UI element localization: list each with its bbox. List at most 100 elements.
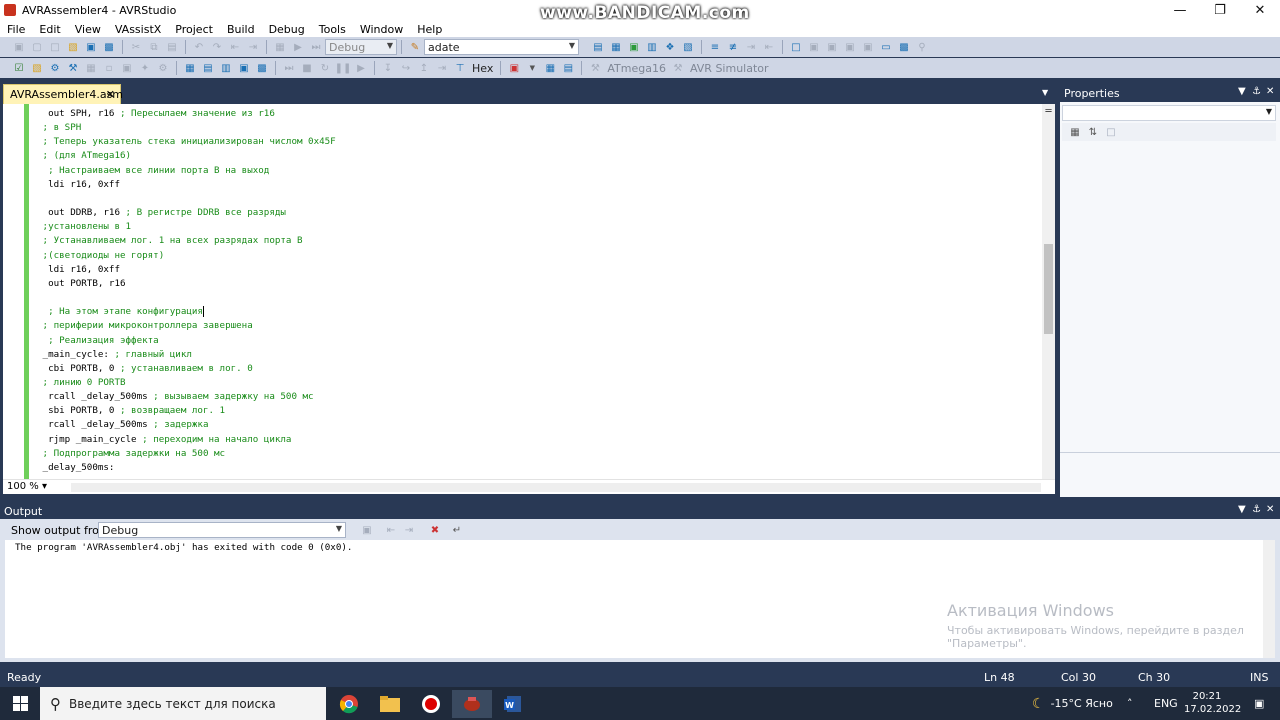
save-icon[interactable]: ▣ bbox=[83, 40, 99, 54]
new-file-icon[interactable]: □ bbox=[47, 40, 63, 54]
step-into-icon[interactable]: ↧ bbox=[380, 61, 396, 75]
bookmark-icon[interactable]: □ bbox=[788, 40, 804, 54]
pin-icon[interactable]: ⚓ bbox=[1252, 504, 1261, 515]
close-button[interactable]: ✕ bbox=[1240, 0, 1280, 20]
file-explorer-app[interactable] bbox=[370, 690, 410, 718]
run-to-cursor-icon[interactable]: ⇥ bbox=[434, 61, 450, 75]
code-line[interactable]: cbi PORTB, 0 ; устанавливаем в лог. 0 bbox=[37, 362, 336, 376]
tray-expand[interactable]: ˄ bbox=[1127, 687, 1133, 720]
bookmark-folder-icon[interactable]: ▣ bbox=[860, 40, 876, 54]
object-browser-icon[interactable]: ▥ bbox=[644, 40, 660, 54]
bandicam-app[interactable] bbox=[411, 690, 451, 718]
code-line[interactable]: ; (для ATmega16) bbox=[37, 149, 336, 163]
step-out-icon[interactable]: ↥ bbox=[416, 61, 432, 75]
close-tab-icon[interactable]: ✕ bbox=[106, 88, 115, 101]
next-bookmark-icon[interactable]: ▣ bbox=[824, 40, 840, 54]
code-line[interactable]: out PORTB, r16 bbox=[37, 277, 336, 291]
menu-build[interactable]: Build bbox=[220, 23, 262, 36]
menu-tools[interactable]: Tools bbox=[312, 23, 353, 36]
new-project-icon[interactable]: ▣ bbox=[11, 40, 27, 54]
start-debug-icon[interactable]: ▶ bbox=[290, 40, 306, 54]
code-text[interactable]: out SPH, r16 ; Пересылаем значение из r1… bbox=[37, 107, 336, 475]
checkbox-icon[interactable]: ☑ bbox=[11, 61, 27, 75]
zoom-icon[interactable]: ⚲ bbox=[914, 40, 930, 54]
navigate-back-icon[interactable]: ⇤ bbox=[227, 40, 243, 54]
undo-icon[interactable]: ↶ bbox=[191, 40, 207, 54]
categorized-icon[interactable]: ▦ bbox=[1067, 125, 1083, 139]
code-line[interactable]: rcall _delay_500ms ; задержка bbox=[37, 418, 336, 432]
code-line[interactable]: ; Теперь указатель стека инициализирован… bbox=[37, 135, 336, 149]
menu-view[interactable]: View bbox=[68, 23, 108, 36]
step-over-icon[interactable]: ↪ bbox=[398, 61, 414, 75]
find-icon[interactable]: ✎ bbox=[407, 40, 423, 54]
code-line[interactable]: ;(светодиоды не горят) bbox=[37, 249, 336, 263]
find-combo[interactable]: adate ▼ bbox=[424, 39, 579, 55]
breakpoints-icon[interactable]: ▣ bbox=[506, 61, 522, 75]
word-app[interactable]: W bbox=[493, 690, 533, 718]
code-line[interactable]: ; периферии микроконтроллера завершена bbox=[37, 319, 336, 333]
taskbar-search[interactable]: ⚲ Введите здесь текст для поиска bbox=[40, 687, 326, 720]
window-position-icon[interactable]: ▼ bbox=[1238, 504, 1246, 515]
stop-icon[interactable]: ■ bbox=[299, 61, 315, 75]
uncomment-icon[interactable]: ≢ bbox=[725, 40, 741, 54]
copy-icon[interactable]: ⧉ bbox=[146, 40, 162, 54]
property-pages-icon[interactable]: □ bbox=[1103, 125, 1119, 139]
build-icon[interactable]: ▦ bbox=[272, 40, 288, 54]
document-list-chevron-icon[interactable]: ▼ bbox=[1042, 88, 1048, 97]
processor-view-icon[interactable]: ▤ bbox=[560, 61, 576, 75]
chrome-app[interactable] bbox=[329, 690, 369, 718]
wizard-icon[interactable]: ✦ bbox=[137, 61, 153, 75]
redo-icon[interactable]: ↷ bbox=[209, 40, 225, 54]
disassembly-icon[interactable]: ▣ bbox=[236, 61, 252, 75]
split-handle-icon[interactable]: ═ bbox=[1042, 106, 1055, 118]
device-label[interactable]: ATmega16 bbox=[604, 62, 669, 75]
memory-icon[interactable]: ▦ bbox=[182, 61, 198, 75]
code-line[interactable]: ; линию 0 PORTB bbox=[37, 376, 336, 390]
chip-icon[interactable]: ▦ bbox=[83, 61, 99, 75]
watch-icon[interactable]: ▥ bbox=[218, 61, 234, 75]
tab-avrassembler4-asm[interactable]: AVRAssembler4.asm ✕ bbox=[3, 84, 123, 104]
continue-icon[interactable]: ⏭ bbox=[281, 61, 297, 75]
hex-toggle[interactable]: Hex bbox=[469, 62, 496, 75]
alphabetical-icon[interactable]: ⇅ bbox=[1085, 125, 1101, 139]
properties-object-select[interactable]: ▼ bbox=[1062, 105, 1276, 121]
code-line[interactable]: ;установлены в 1 bbox=[37, 220, 336, 234]
code-line[interactable]: sbi PORTB, 0 ; возвращаем лог. 1 bbox=[37, 404, 336, 418]
code-line[interactable]: ; На этом этапе конфигурация bbox=[37, 305, 336, 319]
run-icon[interactable]: ▶ bbox=[353, 61, 369, 75]
close-panel-icon[interactable]: ✕ bbox=[1266, 86, 1274, 97]
clear-bookmarks-icon[interactable]: ▣ bbox=[842, 40, 858, 54]
code-line[interactable]: _delay_500ms: bbox=[37, 461, 336, 475]
code-line[interactable]: ; Устанавливаем лог. 1 на всех разрядах … bbox=[37, 234, 336, 248]
weather-widget[interactable]: ☾ -15°C Ясно bbox=[1032, 687, 1113, 720]
maximize-button[interactable]: ❐ bbox=[1200, 0, 1240, 20]
prev-bookmark-icon[interactable]: ▣ bbox=[806, 40, 822, 54]
outdent-icon[interactable]: ⇤ bbox=[761, 40, 777, 54]
code-line[interactable]: out DDRB, r16 ; В регистре DDRB все разр… bbox=[37, 206, 336, 220]
tools-icon[interactable]: ⚒ bbox=[65, 61, 81, 75]
start-without-debug-icon[interactable]: ⏭ bbox=[308, 40, 324, 54]
output-scrollbar[interactable] bbox=[1263, 540, 1275, 658]
language-indicator[interactable]: ENG bbox=[1154, 687, 1178, 720]
horizontal-scrollbar[interactable] bbox=[71, 483, 1041, 492]
output-source-select[interactable]: Debug ▼ bbox=[98, 522, 346, 538]
processor-icon[interactable]: ▩ bbox=[254, 61, 270, 75]
menu-vassistx[interactable]: VAssistX bbox=[108, 23, 168, 36]
settings-icon[interactable]: ⚙ bbox=[155, 61, 171, 75]
start-page-icon[interactable]: ▧ bbox=[680, 40, 696, 54]
code-line[interactable]: rcall _delay_500ms ; вызываем задержку н… bbox=[37, 390, 336, 404]
registers-icon[interactable]: ▤ bbox=[200, 61, 216, 75]
window-position-icon[interactable]: ▼ bbox=[1238, 86, 1246, 97]
chevron-down-icon[interactable]: ▼ bbox=[524, 61, 540, 75]
code-line[interactable]: out SPH, r16 ; Пересылаем значение из r1… bbox=[37, 107, 336, 121]
menu-project[interactable]: Project bbox=[168, 23, 220, 36]
show-next-statement-icon[interactable]: ⊤ bbox=[452, 61, 468, 75]
scroll-thumb[interactable] bbox=[1044, 244, 1053, 334]
code-line[interactable]: ldi r16, 0xff bbox=[37, 263, 336, 277]
avrstudio-app[interactable] bbox=[452, 690, 492, 718]
simulator-label[interactable]: AVR Simulator bbox=[687, 62, 772, 75]
zoom-level[interactable]: 100 % ▾ bbox=[7, 481, 47, 492]
toolbox-icon[interactable]: ❖ bbox=[662, 40, 678, 54]
next-message-icon[interactable]: ⇥ bbox=[401, 523, 417, 537]
notifications-button[interactable]: ▣ bbox=[1254, 687, 1264, 720]
